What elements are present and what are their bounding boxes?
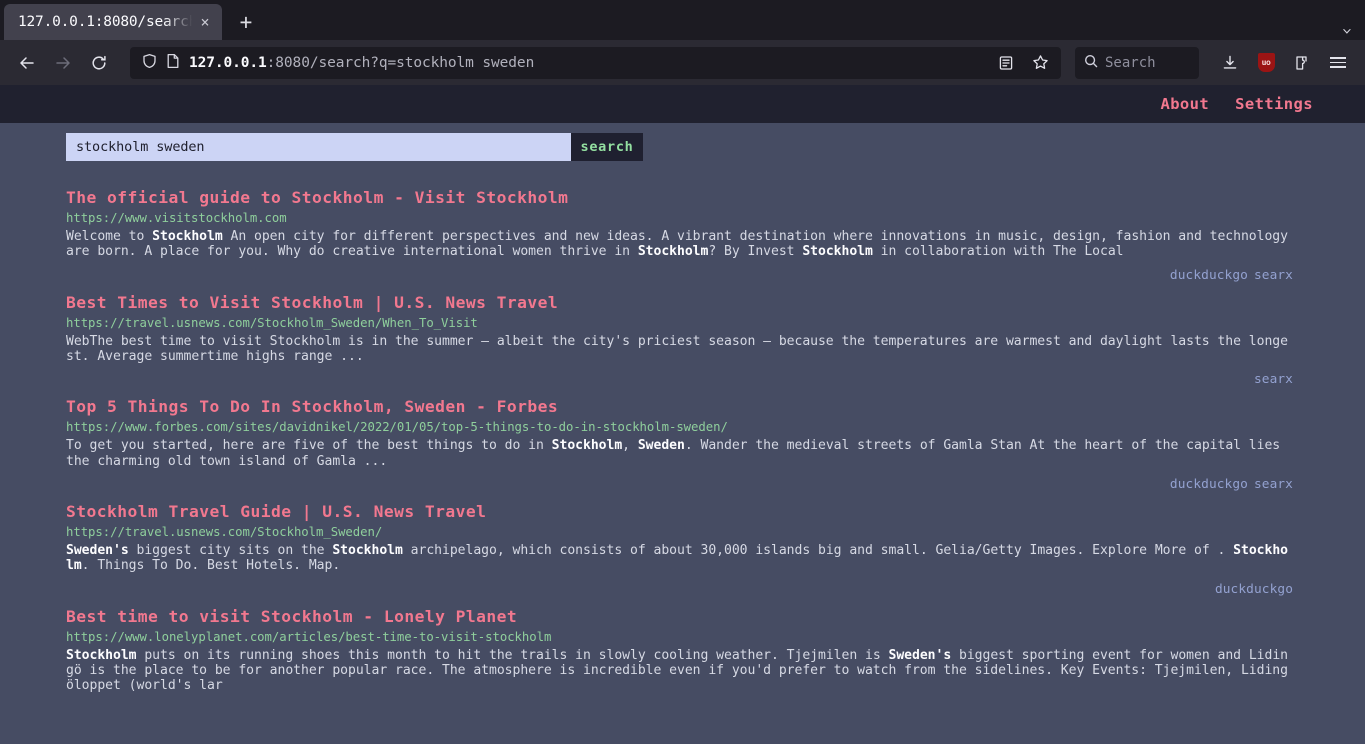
navigation-toolbar: 127.0.0.1:8080/search?q=stockholm sweden… — [0, 40, 1365, 85]
snippet-highlight: Stockholm — [332, 543, 403, 559]
result-title-link[interactable]: Top 5 Things To Do In Stockholm, Sweden … — [66, 396, 558, 418]
address-bar[interactable]: 127.0.0.1:8080/search?q=stockholm sweden — [130, 46, 1061, 79]
result-engines: duckduckgo — [66, 582, 1293, 597]
search-form: search — [66, 133, 643, 161]
address-bar-text: 127.0.0.1:8080/search?q=stockholm sweden — [189, 55, 982, 71]
search-result-item: The official guide to Stockholm - Visit … — [66, 187, 1293, 283]
result-url[interactable]: https://www.visitstockholm.com — [66, 209, 1293, 228]
search-section: search — [0, 123, 1365, 161]
result-snippet: WebThe best time to visit Stockholm is i… — [66, 333, 1288, 365]
search-results-list: The official guide to Stockholm - Visit … — [0, 161, 1365, 702]
result-title-link[interactable]: Stockholm Travel Guide | U.S. News Trave… — [66, 501, 486, 523]
page-info-icon[interactable] — [166, 53, 180, 73]
search-result-item: Best Times to Visit Stockholm | U.S. New… — [66, 292, 1293, 388]
nav-link-settings[interactable]: Settings — [1235, 95, 1313, 113]
bookmark-star-icon[interactable] — [1025, 49, 1055, 77]
result-title-link[interactable]: The official guide to Stockholm - Visit … — [66, 187, 568, 209]
result-url[interactable]: https://www.lonelyplanet.com/articles/be… — [66, 628, 1293, 647]
result-snippet: Welcome to Stockholm An open city for di… — [66, 229, 1288, 260]
new-tab-button[interactable]: + — [228, 5, 264, 39]
browser-tab[interactable]: 127.0.0.1:8080/search × — [4, 4, 222, 40]
reader-view-icon[interactable] — [991, 49, 1021, 77]
downloads-icon[interactable] — [1213, 47, 1247, 79]
engine-tag: duckduckgo — [1169, 477, 1248, 493]
result-title-link[interactable]: Best time to visit Stockholm - Lonely Pl… — [66, 606, 517, 628]
result-url[interactable]: https://travel.usnews.com/Stockholm_Swed… — [66, 314, 1293, 333]
ublock-badge: uo — [1257, 53, 1275, 72]
search-result-item: Best time to visit Stockholm - Lonely Pl… — [66, 606, 1293, 702]
snippet-highlight: Sweden's — [66, 543, 129, 559]
site-header: About Settings — [0, 85, 1365, 123]
search-input[interactable] — [66, 133, 571, 161]
search-icon — [1084, 53, 1098, 72]
browser-chrome: 127.0.0.1:8080/search × + ⌄ 127.0.0.1:80… — [0, 0, 1365, 85]
close-icon[interactable]: × — [196, 14, 214, 30]
toolbar-search-placeholder: Search — [1105, 54, 1156, 71]
shield-icon[interactable] — [142, 53, 157, 73]
page-content: About Settings search The official guide… — [0, 85, 1365, 744]
engine-tag: searx — [1253, 477, 1293, 493]
nav-link-about[interactable]: About — [1160, 95, 1209, 113]
snippet-highlight: Stockholm — [802, 244, 873, 260]
tab-strip-right: ⌄ — [1342, 21, 1365, 36]
result-url[interactable]: https://www.forbes.com/sites/davidnikel/… — [66, 418, 1293, 437]
result-engines: searx — [66, 372, 1293, 387]
engine-tag: duckduckgo — [1169, 267, 1248, 283]
ublock-origin-icon[interactable]: uo — [1249, 47, 1283, 79]
result-spacer — [66, 694, 1293, 702]
snippet-highlight: Sweden's — [888, 647, 952, 663]
search-submit-button[interactable]: search — [571, 133, 643, 161]
snippet-highlight: Stockholm — [637, 244, 709, 260]
chevron-down-icon[interactable]: ⌄ — [1342, 21, 1353, 36]
forward-button[interactable] — [46, 47, 80, 79]
address-bar-actions — [991, 49, 1055, 77]
result-url[interactable]: https://travel.usnews.com/Stockholm_Swed… — [66, 523, 1293, 542]
snippet-highlight: Stockholm — [66, 647, 137, 663]
hamburger-icon — [1330, 56, 1346, 69]
toolbar-right-actions: uo — [1213, 47, 1355, 79]
snippet-highlight: Sweden — [637, 438, 685, 454]
snippet-highlight: Stockholm — [551, 438, 623, 454]
tab-strip: 127.0.0.1:8080/search × + ⌄ — [0, 0, 1365, 40]
engine-tag: searx — [1253, 267, 1293, 283]
url-path: :8080/search?q=stockholm sweden — [266, 54, 535, 71]
search-result-item: Stockholm Travel Guide | U.S. News Trave… — [66, 501, 1293, 597]
reload-button[interactable] — [82, 47, 116, 79]
engine-tag: searx — [1253, 372, 1293, 388]
result-engines: duckduckgo searx — [66, 268, 1293, 283]
toolbar-search-box[interactable]: Search — [1075, 46, 1199, 79]
result-snippet: To get you started, here are five of the… — [66, 438, 1281, 469]
back-button[interactable] — [10, 47, 44, 79]
result-snippet: Stockholm puts on its running shoes this… — [66, 647, 1288, 694]
snippet-highlight: Stockholm — [152, 229, 223, 245]
result-snippet: Sweden's biggest city sits on the Stockh… — [66, 543, 1288, 574]
result-engines: duckduckgo searx — [66, 477, 1293, 492]
engine-tag: duckduckgo — [1214, 581, 1293, 597]
url-host: 127.0.0.1 — [189, 54, 267, 71]
extensions-icon[interactable] — [1285, 47, 1319, 79]
app-menu-button[interactable] — [1321, 47, 1355, 79]
result-title-link[interactable]: Best Times to Visit Stockholm | U.S. New… — [66, 292, 558, 314]
search-result-item: Top 5 Things To Do In Stockholm, Sweden … — [66, 396, 1293, 492]
tab-title: 127.0.0.1:8080/search — [18, 14, 196, 30]
